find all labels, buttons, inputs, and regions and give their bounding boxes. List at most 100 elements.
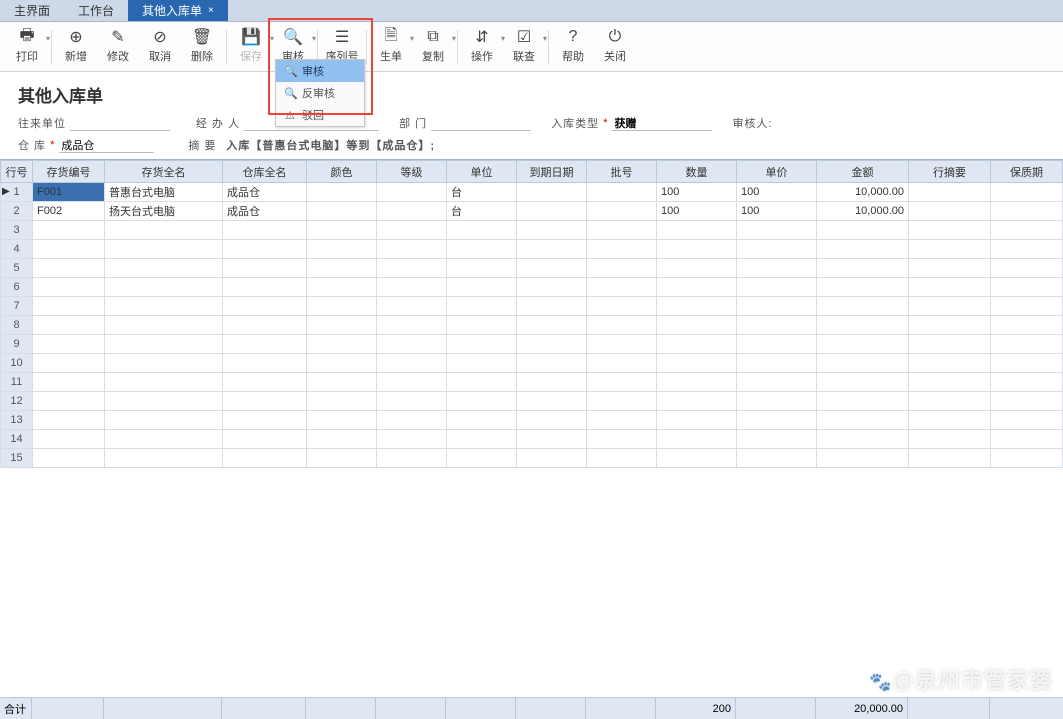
cell[interactable] (587, 278, 657, 297)
cell[interactable] (587, 430, 657, 449)
cell[interactable] (587, 183, 657, 202)
cell[interactable] (105, 449, 223, 468)
cell[interactable] (737, 430, 817, 449)
intype-input[interactable] (612, 115, 712, 131)
cell[interactable] (447, 411, 517, 430)
cell[interactable] (307, 316, 377, 335)
cell[interactable]: 台 (447, 202, 517, 221)
cell[interactable] (447, 221, 517, 240)
cell[interactable]: 100 (657, 183, 737, 202)
table-row[interactable]: 4 (1, 240, 1063, 259)
cell[interactable] (657, 392, 737, 411)
table-row[interactable]: 8 (1, 316, 1063, 335)
cell[interactable] (223, 449, 307, 468)
cell[interactable] (377, 259, 447, 278)
cell[interactable] (33, 373, 105, 392)
cell[interactable] (223, 392, 307, 411)
cell[interactable] (447, 259, 517, 278)
cell[interactable] (105, 430, 223, 449)
cell[interactable] (105, 259, 223, 278)
cell[interactable] (587, 449, 657, 468)
operate-button[interactable]: ⇵操作▾ (461, 26, 503, 68)
table-row[interactable]: 6 (1, 278, 1063, 297)
cell[interactable] (817, 335, 909, 354)
cell[interactable] (587, 221, 657, 240)
cell[interactable] (657, 335, 737, 354)
cell[interactable] (307, 259, 377, 278)
cell[interactable] (447, 449, 517, 468)
chevron-down-icon[interactable]: ▾ (452, 34, 456, 43)
link-button[interactable]: ☑联查▾ (503, 26, 545, 68)
cell[interactable] (737, 392, 817, 411)
cell[interactable] (587, 259, 657, 278)
cell[interactable] (223, 259, 307, 278)
cell[interactable] (817, 392, 909, 411)
cell[interactable] (33, 221, 105, 240)
cell[interactable] (307, 449, 377, 468)
cell[interactable] (307, 240, 377, 259)
cell[interactable] (909, 373, 991, 392)
cell[interactable] (587, 373, 657, 392)
col-color[interactable]: 颜色 (307, 161, 377, 183)
cell[interactable] (307, 278, 377, 297)
copy-button[interactable]: ⧉复制▾ (412, 26, 454, 68)
cell[interactable] (517, 202, 587, 221)
cell[interactable]: 普惠台式电脑 (105, 183, 223, 202)
cell[interactable] (909, 316, 991, 335)
close-icon[interactable]: × (208, 5, 214, 16)
table-row[interactable]: 11 (1, 373, 1063, 392)
menu-audit[interactable]: 🔍审核 (276, 60, 364, 82)
cell[interactable] (105, 335, 223, 354)
cell[interactable]: F001 (33, 183, 105, 202)
col-grade[interactable]: 等级 (377, 161, 447, 183)
col-life[interactable]: 保质期 (991, 161, 1063, 183)
cell[interactable]: 100 (737, 202, 817, 221)
col-unit[interactable]: 单位 (447, 161, 517, 183)
cell[interactable] (377, 221, 447, 240)
cell[interactable] (517, 278, 587, 297)
cell[interactable] (737, 335, 817, 354)
cell[interactable] (307, 411, 377, 430)
chevron-down-icon[interactable]: ▾ (312, 34, 316, 43)
add-button[interactable]: ⊕新增 (55, 26, 97, 68)
table-row[interactable]: 2F002扬天台式电脑成品仓台10010010,000.00 (1, 202, 1063, 221)
table-row[interactable]: 15 (1, 449, 1063, 468)
cell[interactable] (817, 221, 909, 240)
cell[interactable] (991, 335, 1063, 354)
cell[interactable] (517, 316, 587, 335)
cell[interactable] (587, 297, 657, 316)
cell[interactable] (33, 297, 105, 316)
cancel-button[interactable]: ⊘取消 (139, 26, 181, 68)
cell[interactable] (657, 297, 737, 316)
cell[interactable] (991, 202, 1063, 221)
cell[interactable] (33, 316, 105, 335)
cell[interactable] (657, 373, 737, 392)
cell[interactable] (105, 354, 223, 373)
cell[interactable] (33, 240, 105, 259)
cell[interactable] (587, 411, 657, 430)
cell[interactable] (307, 335, 377, 354)
cell[interactable] (517, 411, 587, 430)
cell[interactable] (307, 392, 377, 411)
cell[interactable] (105, 392, 223, 411)
col-warehouse[interactable]: 仓库全名 (223, 161, 307, 183)
cell[interactable] (909, 221, 991, 240)
cell[interactable] (517, 240, 587, 259)
cell[interactable] (377, 278, 447, 297)
save-button[interactable]: 💾保存▾ (230, 26, 272, 68)
table-row[interactable]: 3 (1, 221, 1063, 240)
cell[interactable] (307, 297, 377, 316)
cell[interactable] (737, 316, 817, 335)
cell[interactable] (377, 240, 447, 259)
cell[interactable]: 10,000.00 (817, 202, 909, 221)
cell[interactable] (991, 449, 1063, 468)
cell[interactable] (223, 354, 307, 373)
cell[interactable] (991, 221, 1063, 240)
cell[interactable] (657, 259, 737, 278)
table-row[interactable]: 12 (1, 392, 1063, 411)
cell[interactable] (377, 411, 447, 430)
cell[interactable] (447, 354, 517, 373)
col-expire[interactable]: 到期日期 (517, 161, 587, 183)
cell[interactable]: 100 (737, 183, 817, 202)
table-row[interactable]: 13 (1, 411, 1063, 430)
